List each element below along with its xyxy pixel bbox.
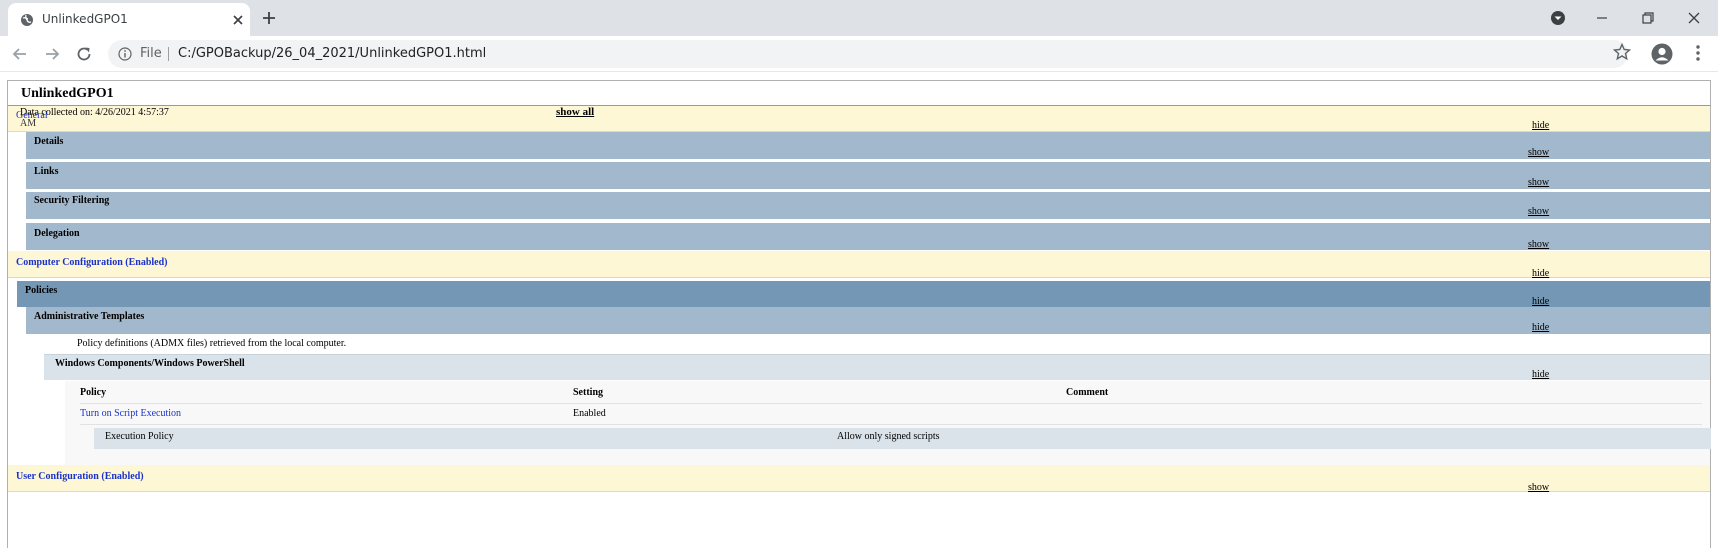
category-windows-powershell-title: Windows Components/Windows PowerShell [55, 358, 245, 369]
user-configuration-show-link[interactable]: show [1528, 482, 1549, 493]
arrow-left-icon[interactable] [10, 44, 30, 64]
details-show-link[interactable]: show [1528, 147, 1549, 158]
subsection-links [26, 162, 1710, 189]
policies-hide-link[interactable]: hide [1532, 296, 1549, 307]
subsection-delegation-title: Delegation [34, 228, 80, 239]
section-general [8, 106, 1710, 132]
omnibox-separator [168, 47, 169, 61]
policy-setting: Enabled [573, 408, 606, 419]
subsection-details-title: Details [34, 136, 64, 147]
subsection-administrative-templates-title: Administrative Templates [34, 311, 145, 322]
links-show-link[interactable]: show [1528, 177, 1549, 188]
browser-tab[interactable]: UnlinkedGPO1 [8, 3, 250, 36]
subsection-policies-title: Policies [25, 285, 58, 296]
column-header-policy: Policy [80, 387, 107, 398]
section-computer-configuration [8, 251, 1710, 278]
page-content: UnlinkedGPO1 Data collected on: 4/26/202… [0, 72, 1718, 548]
administrative-templates-hide-link[interactable]: hide [1532, 322, 1549, 333]
column-header-comment: Comment [1066, 387, 1109, 398]
subsection-policies [17, 281, 1710, 307]
chevron-down-icon[interactable] [1548, 8, 1568, 28]
star-icon[interactable] [1612, 42, 1632, 62]
subsection-security-filtering-title: Security Filtering [34, 195, 110, 206]
subsection-delegation [26, 223, 1710, 250]
category-windows-powershell [44, 354, 1710, 380]
subsection-details [26, 132, 1710, 159]
plus-icon[interactable] [260, 9, 278, 27]
table-row-divider [80, 424, 1702, 425]
table-header-divider [80, 403, 1702, 404]
browser-toolbar: File C:/GPOBackup/26_04_2021/UnlinkedGPO… [0, 36, 1718, 72]
tab-title: UnlinkedGPO1 [42, 12, 128, 26]
address-bar[interactable]: File C:/GPOBackup/26_04_2021/UnlinkedGPO… [108, 40, 1628, 68]
windows-powershell-hide-link[interactable]: hide [1532, 369, 1549, 380]
close-icon[interactable] [1684, 8, 1704, 28]
subsection-security-filtering [26, 192, 1710, 219]
section-computer-configuration-title[interactable]: Computer Configuration (Enabled) [16, 257, 168, 268]
section-general-title[interactable]: General [16, 110, 48, 121]
delegation-show-link[interactable]: show [1528, 239, 1549, 250]
restore-icon[interactable] [1638, 8, 1658, 28]
reload-icon[interactable] [74, 44, 94, 64]
globe-icon [21, 14, 33, 26]
section-user-configuration-title[interactable]: User Configuration (Enabled) [16, 471, 144, 482]
general-hide-link[interactable]: hide [1532, 120, 1549, 131]
url-text[interactable]: C:/GPOBackup/26_04_2021/UnlinkedGPO1.htm… [178, 46, 486, 61]
admx-note: Policy definitions (ADMX files) retrieve… [77, 338, 347, 349]
close-icon[interactable] [230, 12, 246, 28]
arrow-right-icon[interactable] [42, 44, 62, 64]
policy-name-link[interactable]: Turn on Script Execution [80, 408, 181, 419]
subsetting-label: Execution Policy [105, 431, 174, 442]
show-all-link[interactable]: show all [556, 106, 594, 118]
section-user-configuration [8, 465, 1710, 492]
scheme-label: File [140, 46, 162, 61]
tab-strip: UnlinkedGPO1 [0, 0, 1718, 36]
minimize-icon[interactable] [1592, 8, 1612, 28]
gpo-report: UnlinkedGPO1 Data collected on: 4/26/202… [7, 80, 1711, 548]
subsection-links-title: Links [34, 166, 59, 177]
avatar-icon[interactable] [1651, 43, 1673, 65]
column-header-setting: Setting [573, 387, 603, 398]
subsetting-value: Allow only signed scripts [837, 431, 940, 442]
computer-configuration-hide-link[interactable]: hide [1532, 268, 1549, 279]
kebab-menu-icon[interactable] [1695, 44, 1701, 62]
gpo-title: UnlinkedGPO1 [21, 86, 114, 101]
subsection-administrative-templates [26, 307, 1710, 334]
security-filtering-show-link[interactable]: show [1528, 206, 1549, 217]
info-icon[interactable] [118, 47, 132, 61]
